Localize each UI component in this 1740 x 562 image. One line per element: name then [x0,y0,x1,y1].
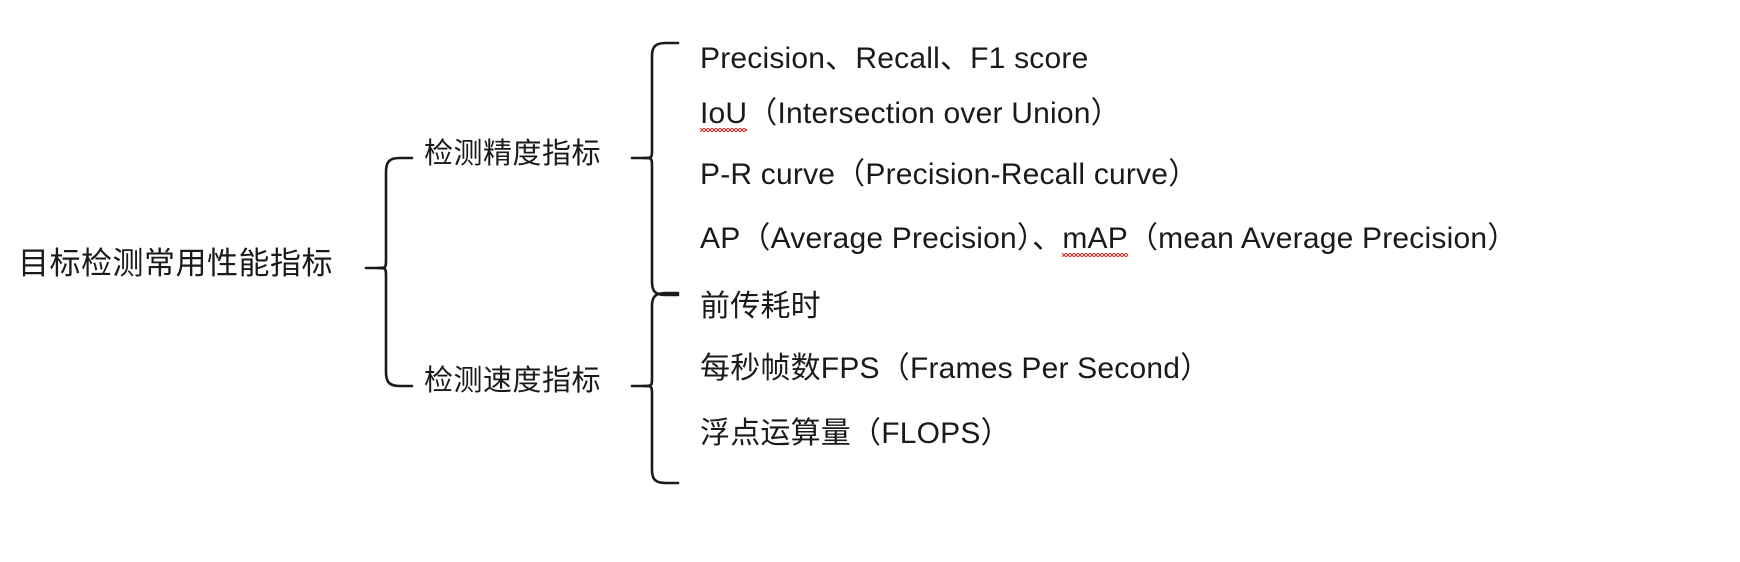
leaf-iou: IoU（Intersection over Union） [700,97,1121,132]
iou-misspelled-term: IoU [700,97,748,132]
map-misspelled-term: mAP [1062,222,1128,257]
ap-expansion: AP（Average Precision）、 [700,222,1063,255]
brace-speed-top [642,291,680,388]
brace-root-to-accuracy [376,156,414,270]
bracket-connectors [364,41,680,485]
branch-label-accuracy: 检测精度指标 [424,138,602,170]
diagram-canvas: 目标检测常用性能指标 检测精度指标 检测速度指标 Precision、Recal… [0,0,1740,562]
leaf-flops: 浮点运算量（FLOPS） [700,417,1011,450]
branch-label-speed: 检测速度指标 [424,365,602,397]
leaf-precision-recall-f1: Precision、Recall、F1 score [700,42,1089,75]
brace-accuracy-top [642,41,680,160]
brace-root-to-speed [376,266,414,388]
leaf-ap-map: AP（Average Precision）、mAP（mean Average P… [700,222,1518,257]
iou-expansion: （Intersection over Union） [747,97,1121,130]
root-label: 目标检测常用性能指标 [18,246,333,281]
leaf-pr-curve: P-R curve（Precision-Recall curve） [700,158,1199,191]
leaf-fps: 每秒帧数FPS（Frames Per Second） [700,352,1211,385]
leaf-forward-latency: 前传耗时 [700,290,821,323]
map-expansion: （mean Average Precision） [1127,222,1518,255]
brace-accuracy-bottom [642,156,680,297]
brace-speed-bottom [642,384,680,485]
